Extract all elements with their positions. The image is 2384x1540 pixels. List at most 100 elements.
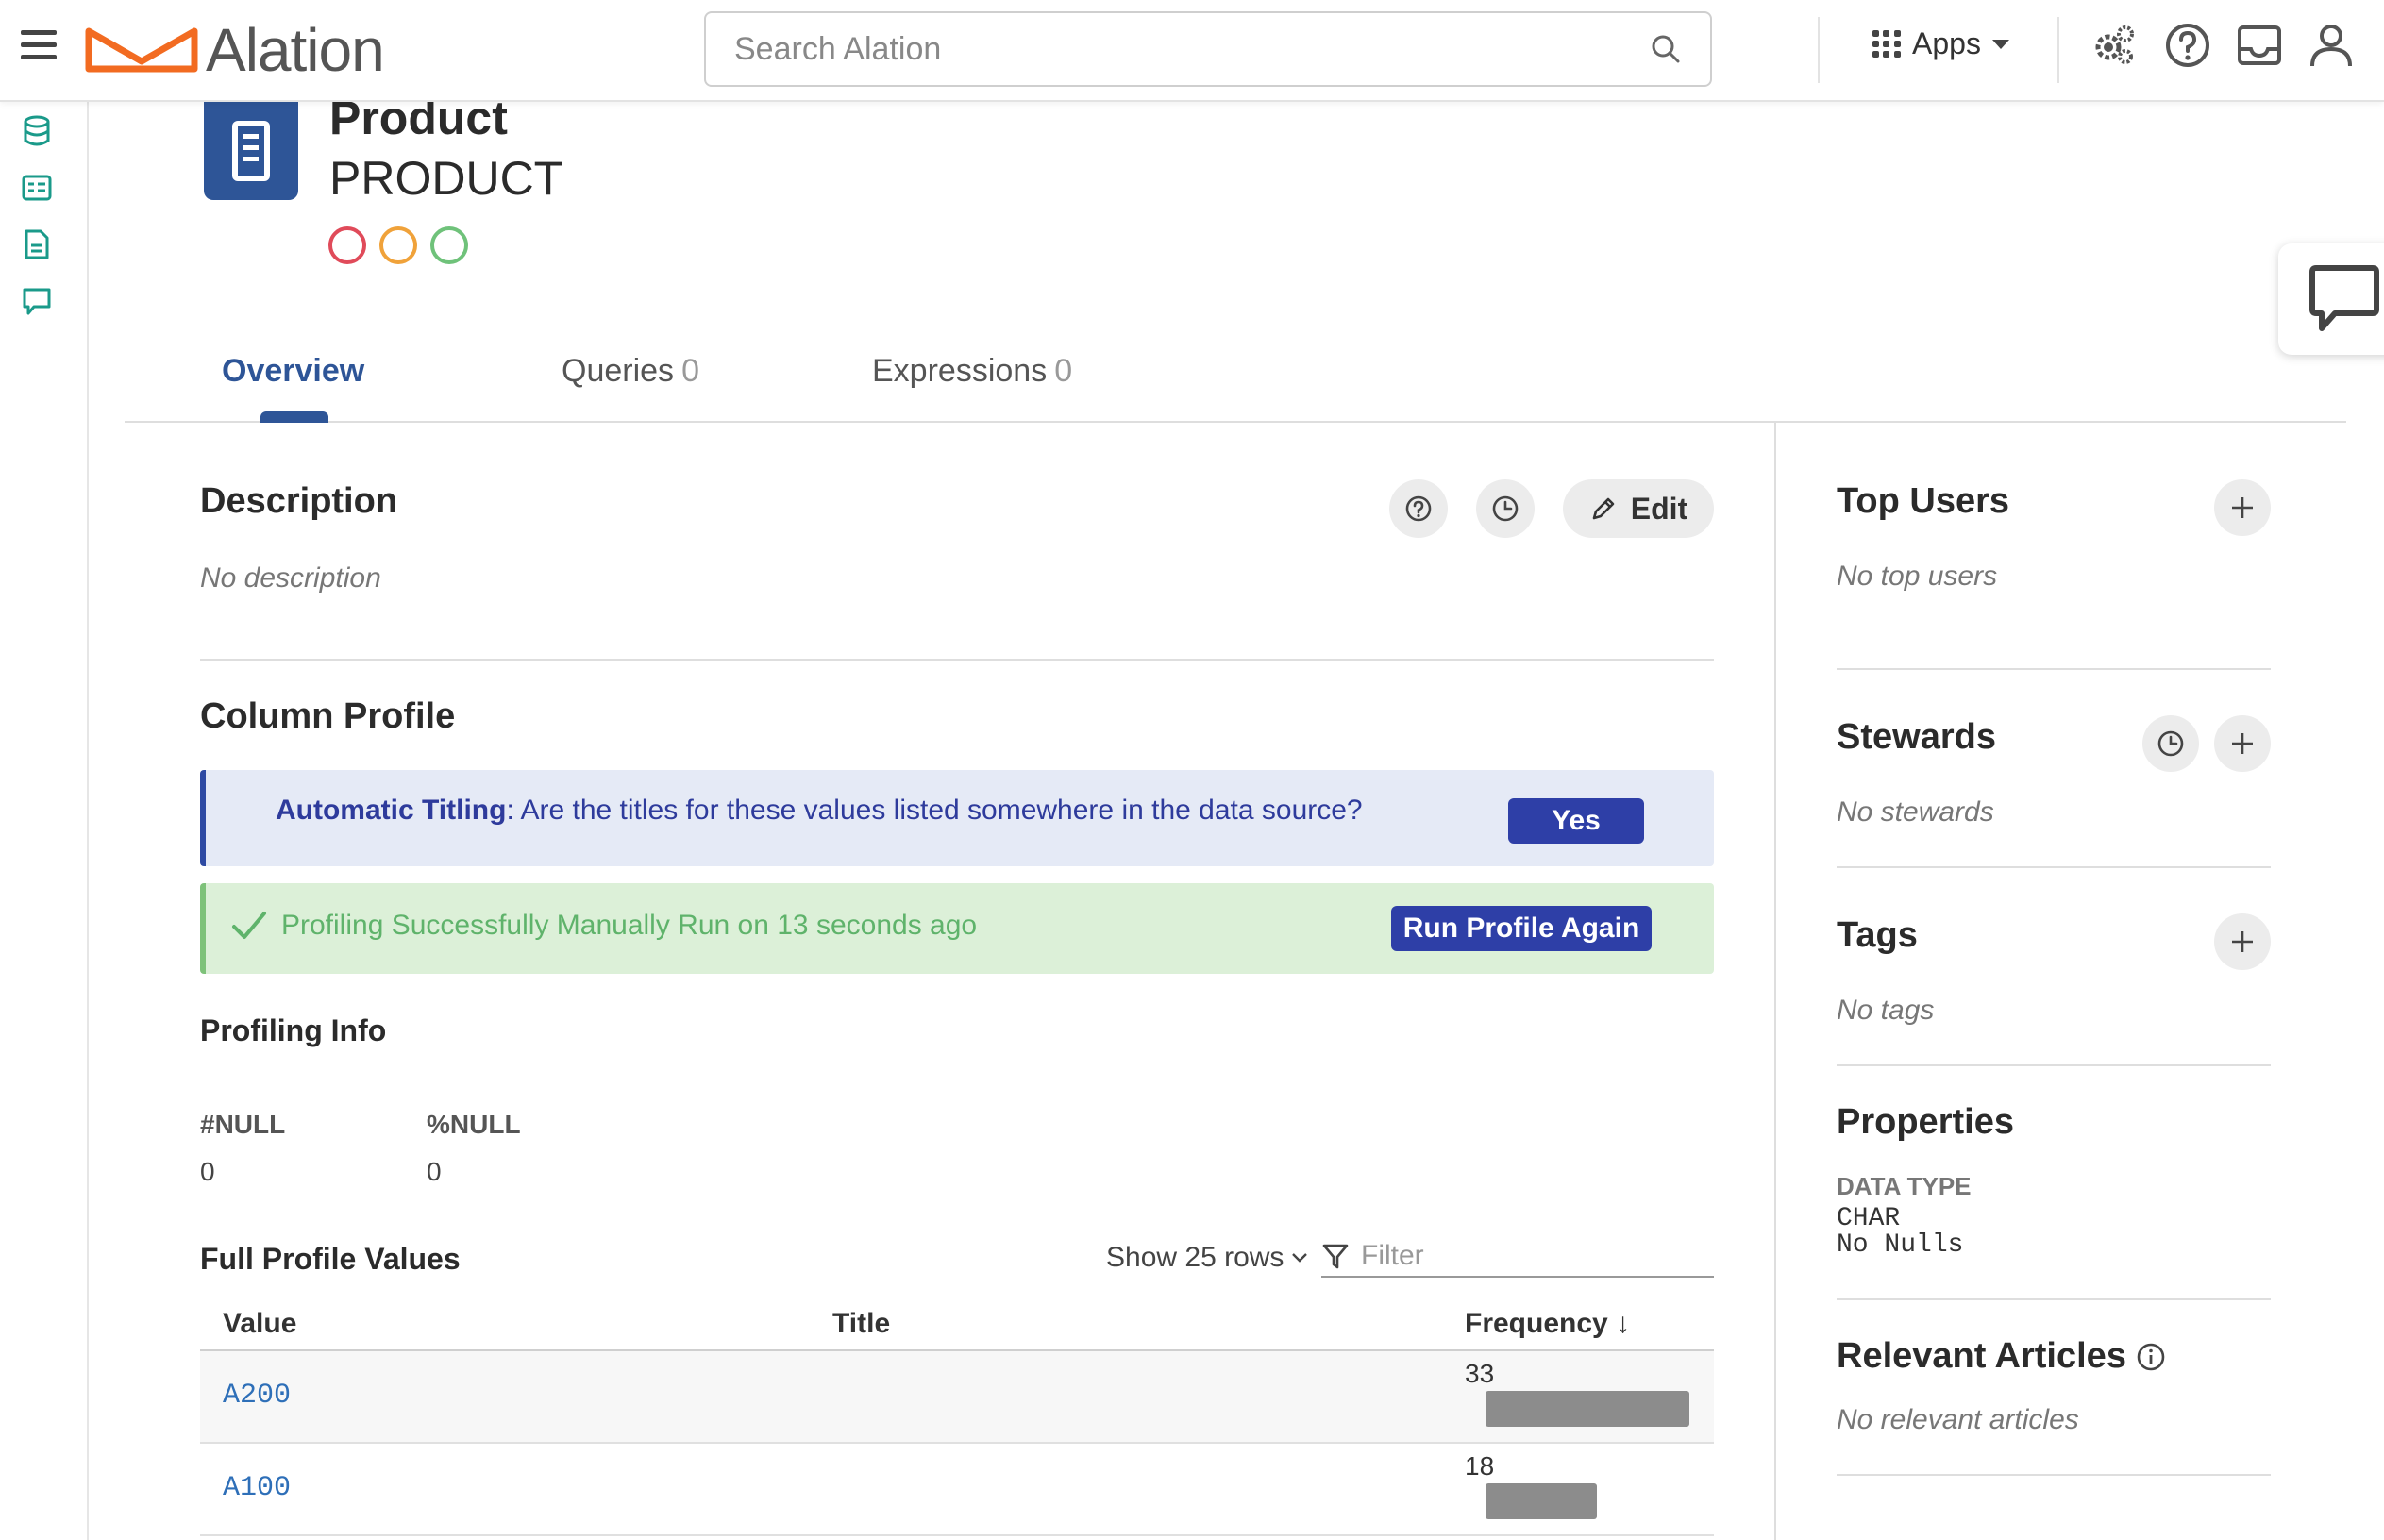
section-divider <box>1837 1298 2271 1300</box>
section-divider <box>1837 668 2271 670</box>
plus-icon <box>2232 497 2253 518</box>
inbox-icon[interactable] <box>2235 21 2284 70</box>
value-link[interactable]: A100 <box>223 1472 291 1504</box>
search-input[interactable] <box>734 30 1650 68</box>
hamburger-icon[interactable] <box>21 30 57 60</box>
pencil-icon <box>1592 497 1615 520</box>
top-users-empty: No top users <box>1837 561 1998 592</box>
column-header-value[interactable]: Value <box>223 1308 296 1340</box>
profile-values-table: Value Title Frequency ↓ A200 33 A100 18 <box>200 1302 1714 1536</box>
frequency-value: 18 <box>1465 1451 1495 1481</box>
chat-widget[interactable] <box>2278 243 2384 355</box>
caret-down-icon <box>1991 39 2009 49</box>
top-navigation-bar: Alation Apps <box>0 0 2384 102</box>
chevron-down-icon <box>1292 1253 1308 1263</box>
column-divider <box>1774 423 1776 1540</box>
description-history-button[interactable] <box>1476 479 1535 538</box>
tags-empty: No tags <box>1837 995 1935 1026</box>
conversation-icon[interactable] <box>21 285 53 317</box>
properties-title: Properties <box>1837 1102 2014 1142</box>
database-icon[interactable] <box>21 115 53 147</box>
value-link[interactable]: A200 <box>223 1380 291 1412</box>
plus-icon <box>2232 733 2253 754</box>
apps-grid-icon <box>1872 29 1901 59</box>
frequency-value: 33 <box>1465 1359 1495 1388</box>
top-users-title: Top Users <box>1837 481 2010 521</box>
search-bar[interactable] <box>704 11 1712 87</box>
apps-menu[interactable]: Apps <box>1872 26 2009 61</box>
trust-flag-endorsement[interactable] <box>430 226 468 264</box>
frequency-bar <box>1486 1483 1597 1519</box>
null-percent-value: 0 <box>427 1157 442 1186</box>
trust-flag-warning[interactable] <box>379 226 417 264</box>
tab-queries[interactable]: Queries 0 <box>562 353 699 390</box>
stewards-history-button[interactable] <box>2142 715 2199 772</box>
add-top-user-button[interactable] <box>2214 479 2271 536</box>
history-icon <box>2157 730 2184 757</box>
relevant-articles-title: Relevant Articles <box>1837 1336 2166 1377</box>
section-divider <box>200 659 1714 661</box>
filter-field[interactable] <box>1321 1236 1714 1278</box>
stewards-title: Stewards <box>1837 717 1996 757</box>
section-divider <box>1837 866 2271 868</box>
history-icon <box>1492 495 1519 522</box>
list-icon <box>232 121 270 181</box>
alation-logo-mark <box>85 27 198 73</box>
settings-icon[interactable] <box>2090 21 2139 70</box>
section-divider <box>1837 1064 2271 1066</box>
data-type-value: CHAR <box>1837 1204 1901 1233</box>
column-header-title[interactable]: Title <box>832 1308 890 1340</box>
alation-logo[interactable]: Alation <box>83 16 385 84</box>
section-divider <box>1837 1474 2271 1476</box>
help-circle-icon <box>1405 495 1432 522</box>
brand-name: Alation <box>206 16 385 84</box>
nulls-value: No Nulls <box>1837 1230 1964 1260</box>
column-header-frequency[interactable]: Frequency ↓ <box>1465 1308 1630 1340</box>
frequency-bar <box>1486 1391 1689 1427</box>
active-tab-indicator <box>260 411 328 423</box>
yes-button[interactable]: Yes <box>1508 798 1644 844</box>
description-help-button[interactable] <box>1389 479 1448 538</box>
profiling-info-title: Profiling Info <box>200 1013 387 1047</box>
full-profile-values-title: Full Profile Values <box>200 1242 461 1276</box>
info-icon[interactable] <box>2136 1342 2166 1372</box>
column-object-icon <box>204 102 298 200</box>
stewards-empty: No stewards <box>1837 796 1994 828</box>
separator <box>2057 17 2059 83</box>
table-row: A200 33 <box>200 1351 1714 1444</box>
show-rows-dropdown[interactable]: Show 25 rows <box>1106 1242 1308 1274</box>
separator <box>1818 17 1820 83</box>
plus-icon <box>2232 931 2253 952</box>
profiling-success-message: Profiling Successfully Manually Run on 1… <box>281 910 978 941</box>
edit-description-button[interactable]: Edit <box>1563 479 1714 538</box>
filter-icon <box>1322 1244 1349 1269</box>
tab-overview[interactable]: Overview <box>222 353 364 390</box>
data-type-label: DATA TYPE <box>1837 1172 1972 1200</box>
filter-input[interactable] <box>1361 1240 1701 1272</box>
automatic-titling-message: Automatic Titling: Are the titles for th… <box>276 795 1363 826</box>
null-count-label: #NULL <box>200 1110 286 1139</box>
description-empty: No description <box>200 562 381 594</box>
user-icon[interactable] <box>2307 21 2356 70</box>
page-subtitle: PRODUCT <box>329 152 563 205</box>
profiling-success-banner: Profiling Successfully Manually Run on 1… <box>200 883 1714 974</box>
null-count-value: 0 <box>200 1157 215 1186</box>
left-rail <box>0 102 89 1540</box>
add-tag-button[interactable] <box>2214 913 2271 970</box>
document-icon[interactable] <box>21 228 53 260</box>
null-percent-label: %NULL <box>427 1110 521 1139</box>
search-icon[interactable] <box>1650 33 1682 65</box>
check-icon <box>232 912 266 939</box>
catalog-icon[interactable] <box>21 172 53 204</box>
tab-expressions[interactable]: Expressions 0 <box>872 353 1072 390</box>
tags-title: Tags <box>1837 915 1918 955</box>
run-profile-again-button[interactable]: Run Profile Again <box>1391 906 1652 951</box>
add-steward-button[interactable] <box>2214 715 2271 772</box>
automatic-titling-banner: Automatic Titling: Are the titles for th… <box>200 770 1714 866</box>
help-icon[interactable] <box>2163 21 2212 70</box>
trust-flag-deprecation[interactable] <box>328 226 366 264</box>
description-title: Description <box>200 481 398 521</box>
column-profile-title: Column Profile <box>200 696 456 736</box>
table-row: A100 18 <box>200 1444 1714 1536</box>
tab-bar: Overview Queries 0 Expressions 0 <box>125 349 2346 423</box>
